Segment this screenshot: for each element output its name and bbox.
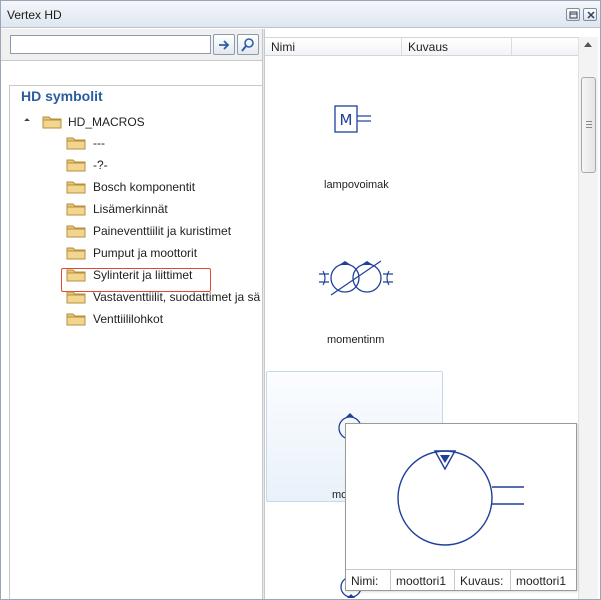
tree-item-label: -?- <box>93 158 108 172</box>
search-bar <box>1 29 262 61</box>
folder-icon <box>66 181 86 194</box>
tree-item[interactable]: Sylinterit ja liittimet <box>66 265 262 285</box>
vertical-scrollbar[interactable] <box>578 37 598 599</box>
tree-item-label: Pumput ja moottorit <box>93 246 198 260</box>
tree-item-label: Sylinterit ja liittimet <box>93 268 193 282</box>
symbol-label: momentinm <box>327 334 385 346</box>
folder-icon <box>66 225 86 238</box>
dock-button[interactable] <box>566 8 580 21</box>
folder-icon <box>42 116 62 129</box>
arrow-right-icon <box>219 40 230 50</box>
close-icon <box>587 11 595 19</box>
folder-icon <box>66 137 86 150</box>
tree-item-label: Lisämerkinnät <box>93 202 168 216</box>
folder-icon <box>66 269 86 282</box>
tree-root-hd-macros[interactable]: HD_MACROS <box>21 112 201 132</box>
tooltip-name-label: Nimi: <box>351 574 379 588</box>
svg-text:M: M <box>340 111 353 129</box>
folder-icon <box>66 159 86 172</box>
search-input[interactable] <box>10 35 211 54</box>
tooltip-description-label: Kuvaus: <box>460 574 504 588</box>
heat-engine-symbol-icon[interactable]: M <box>331 104 377 136</box>
tree-item[interactable]: --- <box>66 133 262 153</box>
tree-item[interactable]: Paineventtiilit ja kuristimet <box>66 221 262 241</box>
tree-heading: HD symbolit <box>21 88 103 104</box>
dock-icon <box>569 11 578 19</box>
tree-item-label: Venttiililohkot <box>93 312 164 326</box>
tree-item-label: Bosch komponentit <box>93 180 196 194</box>
folder-icon <box>66 247 86 260</box>
tree-item-label: Vastaventtiilit, suodattimet ja sä <box>93 290 261 304</box>
folder-icon <box>66 291 86 304</box>
collapse-arrow-icon[interactable] <box>24 118 30 124</box>
tree-item[interactable]: Bosch komponentit <box>66 177 262 197</box>
column-header-description[interactable]: Kuvaus <box>402 38 512 55</box>
folder-icon <box>66 203 86 216</box>
tree-item[interactable]: Venttiililohkot <box>66 309 262 329</box>
close-button[interactable] <box>583 8 597 21</box>
window-title: Vertex HD <box>7 8 62 22</box>
tree-item[interactable]: Vastaventtiilit, suodattimet ja sä <box>66 287 262 307</box>
symbol-preview-tooltip: Nimi: moottori1 Kuvaus: moottori1 <box>345 423 577 591</box>
symbol-tree: HD symbolit HD_MACROS --- -?- Bosch komp… <box>9 85 262 599</box>
go-button[interactable] <box>213 34 235 55</box>
library-tree-pane: HD symbolit HD_MACROS --- -?- Bosch komp… <box>1 29 262 599</box>
tree-item-selected[interactable]: Pumput ja moottorit <box>66 243 262 263</box>
tooltip-name-value: moottori1 <box>396 574 447 588</box>
scroll-up-arrow-icon[interactable] <box>584 42 592 47</box>
search-button[interactable] <box>237 34 259 55</box>
torque-converter-symbol-icon[interactable] <box>317 257 397 299</box>
list-header: Nimi Kuvaus <box>265 37 578 56</box>
tree-item-label: --- <box>93 136 105 150</box>
tree-root-label: HD_MACROS <box>68 115 145 129</box>
scrollbar-thumb[interactable] <box>581 77 596 173</box>
symbol-label: lampovoimak <box>324 179 389 191</box>
folder-icon <box>66 313 86 326</box>
title-bar: Vertex HD <box>1 1 600 28</box>
column-header-name[interactable]: Nimi <box>265 38 402 55</box>
motor-preview-icon <box>397 450 524 546</box>
magnifier-icon <box>241 38 254 52</box>
tree-item-label: Paineventtiilit ja kuristimet <box>93 224 232 238</box>
vertex-hd-window: Vertex HD HD symbolit HD_MACROS --- -?- … <box>0 0 601 600</box>
tree-item[interactable]: Lisämerkinnät <box>66 199 262 219</box>
tree-item[interactable]: -?- <box>66 155 262 175</box>
tooltip-description-value: moottori1 <box>516 574 567 588</box>
tooltip-info-row: Nimi: moottori1 Kuvaus: moottori1 <box>346 569 576 590</box>
